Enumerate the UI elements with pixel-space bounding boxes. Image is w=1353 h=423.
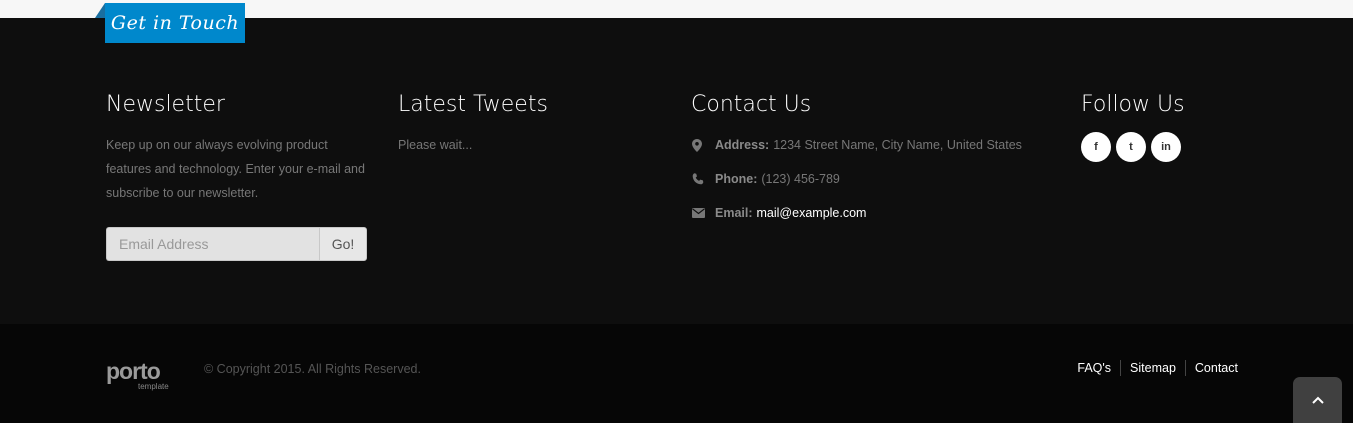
contact-address-label: Address: bbox=[715, 138, 770, 152]
footer-link-contact[interactable]: Contact bbox=[1184, 360, 1238, 376]
latest-tweets-section: Latest Tweets Please wait... bbox=[398, 88, 658, 157]
contact-title: Contact Us bbox=[691, 92, 812, 117]
contact-list: Address: 1234 Street Name, City Name, Un… bbox=[691, 133, 1061, 225]
envelope-icon bbox=[691, 201, 715, 225]
scroll-to-top-button[interactable] bbox=[1293, 377, 1342, 423]
follow-us-section: Follow Us f t in bbox=[1081, 88, 1261, 162]
newsletter-form: Email Address Go! bbox=[106, 227, 367, 261]
porto-logo[interactable]: porto template bbox=[106, 359, 176, 391]
contact-address: Address: 1234 Street Name, City Name, Un… bbox=[691, 133, 1061, 157]
twitter-icon[interactable]: t bbox=[1116, 132, 1146, 162]
contact-phone: Phone: (123) 456-789 bbox=[691, 167, 1061, 191]
chevron-up-icon bbox=[1311, 396, 1324, 404]
copyright-text: © Copyright 2015. All Rights Reserved. bbox=[204, 362, 421, 376]
contact-phone-value: (123) 456-789 bbox=[761, 172, 840, 186]
latest-tweets-title: Latest Tweets bbox=[398, 92, 548, 117]
social-icons: f t in bbox=[1081, 132, 1261, 162]
contact-email-label: Email: bbox=[715, 206, 753, 220]
ribbon-fold bbox=[95, 3, 105, 18]
footer-link-faqs[interactable]: FAQ's bbox=[1068, 360, 1120, 376]
follow-us-title: Follow Us bbox=[1081, 92, 1185, 117]
contact-email-link[interactable]: mail@example.com bbox=[757, 206, 867, 220]
contact-address-value: 1234 Street Name, City Name, United Stat… bbox=[773, 138, 1022, 152]
footer-links: FAQ's Sitemap Contact bbox=[1068, 360, 1238, 376]
contact-section: Contact Us Address: 1234 Street Name, Ci… bbox=[691, 88, 1061, 235]
newsletter-text: Keep up on our always evolving product f… bbox=[106, 138, 365, 200]
contact-phone-label: Phone: bbox=[715, 172, 758, 186]
subscribe-button[interactable]: Go! bbox=[319, 227, 367, 261]
phone-icon bbox=[691, 167, 715, 191]
contact-email: Email: mail@example.com bbox=[691, 201, 1061, 225]
newsletter-title: Newsletter bbox=[106, 92, 225, 117]
linkedin-icon[interactable]: in bbox=[1151, 132, 1181, 162]
footer-link-sitemap[interactable]: Sitemap bbox=[1120, 360, 1185, 376]
email-input[interactable]: Email Address bbox=[106, 227, 319, 261]
tweets-status: Please wait... bbox=[398, 138, 473, 152]
logo-wordmark: porto bbox=[106, 358, 161, 384]
get-in-touch-ribbon: Get in Touch bbox=[105, 3, 245, 43]
map-marker-icon bbox=[691, 133, 715, 157]
logo-subtext: template bbox=[138, 382, 169, 391]
newsletter-section: Newsletter Keep up on our always evolvin… bbox=[106, 88, 368, 261]
facebook-icon[interactable]: f bbox=[1081, 132, 1111, 162]
